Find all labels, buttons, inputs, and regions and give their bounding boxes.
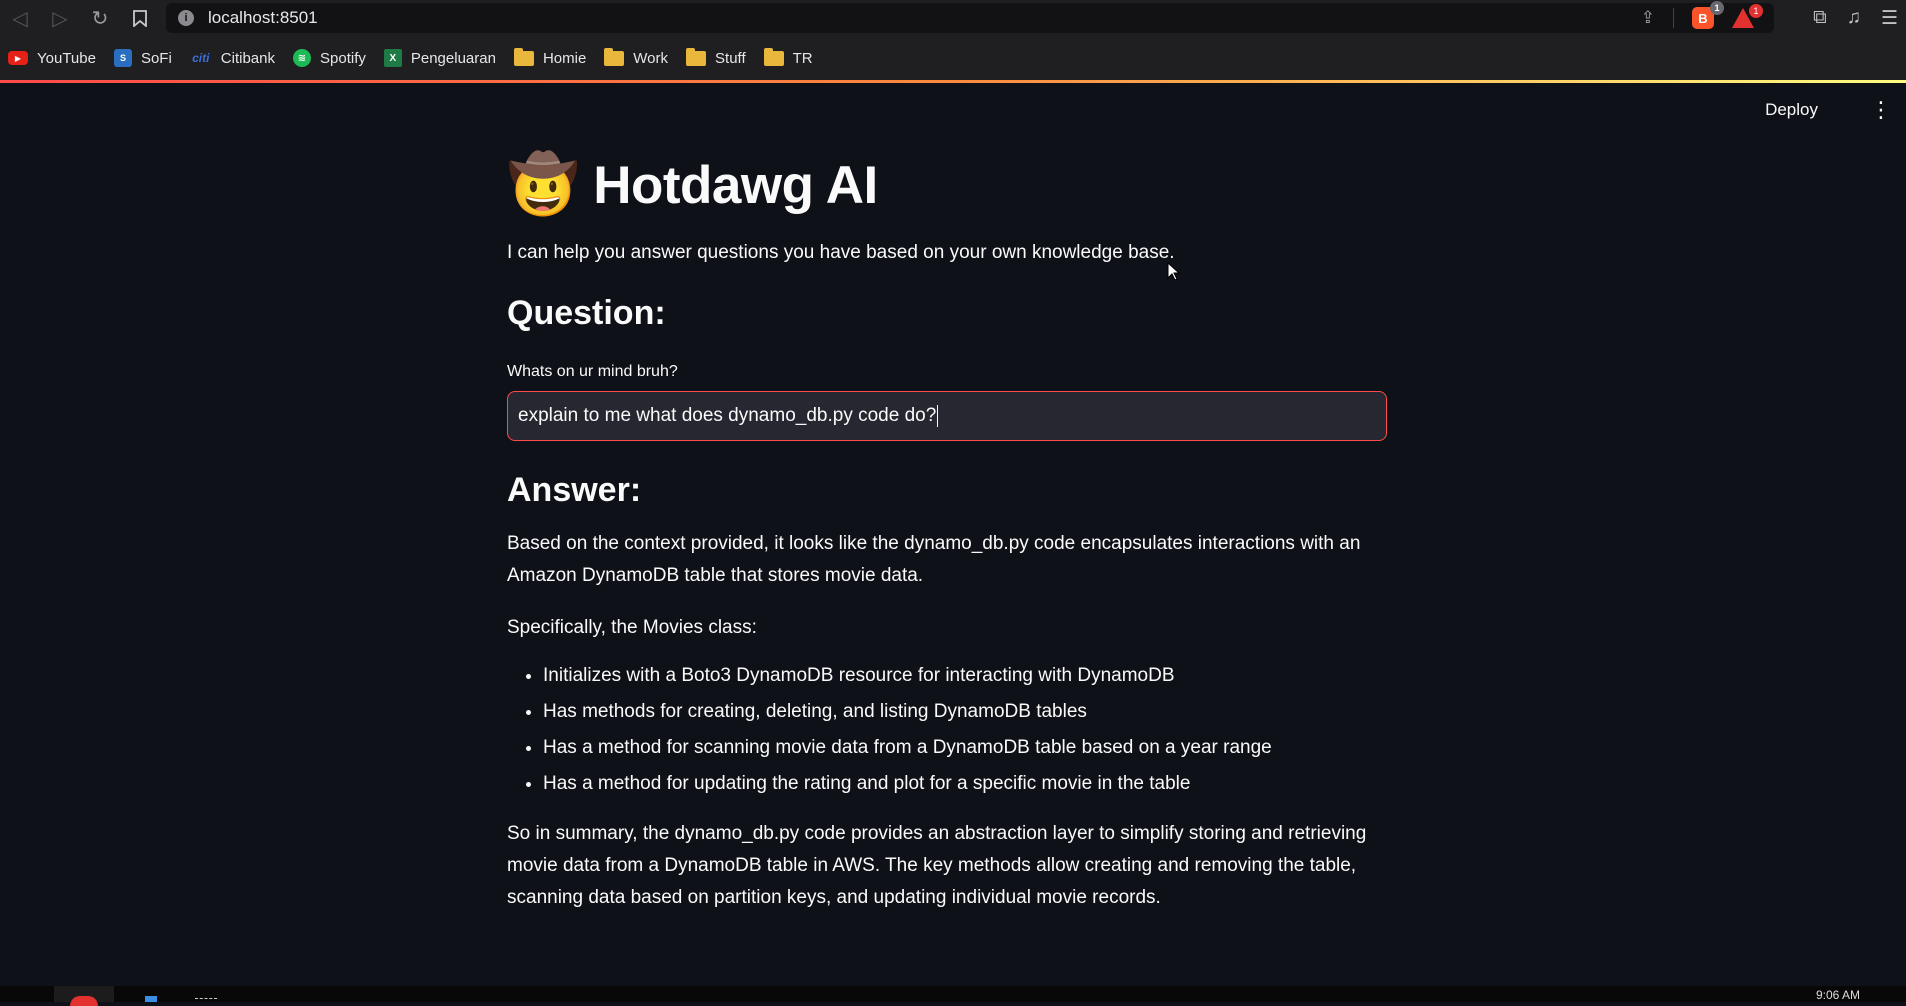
list-item: Has a method for updating the rating and…: [543, 766, 1387, 802]
main-menu-icon[interactable]: ⋮: [1870, 98, 1892, 122]
browser-toolbar: ◁ ▷ ↻ i localhost:8501 ⇪ B 1 1 ⧉ ♫ ☰: [0, 0, 1906, 36]
folder-icon: [763, 47, 784, 66]
sofi-icon: S: [113, 49, 132, 67]
rewards-badge: 1: [1749, 4, 1763, 18]
bookmark-label: YouTube: [37, 49, 96, 67]
bookmark-label: SoFi: [140, 49, 172, 67]
question-input-label: Whats on ur mind bruh?: [507, 363, 678, 380]
url-text: localhost:8501: [208, 8, 318, 27]
answer-summary: So in summary, the dynamo_db.py code pro…: [507, 823, 1367, 908]
clock: 9:06 AM: [1815, 988, 1860, 1002]
folder-icon: [686, 47, 707, 66]
folder-icon: [604, 47, 625, 66]
taskbar-app[interactable]: [145, 986, 159, 1002]
bookmarks-bar: ▶ YouTube S SoFi citi Citibank ≋ Spotify…: [0, 36, 1906, 80]
bookmark-label: TR: [792, 49, 813, 67]
folder-icon: [513, 47, 534, 66]
divider: [1673, 8, 1674, 28]
extensions-icon[interactable]: ⧉: [1813, 7, 1827, 29]
bookmark-folder-tr[interactable]: TR: [763, 47, 813, 67]
bookmark-folder-stuff[interactable]: Stuff: [686, 47, 746, 67]
list-item: Initializes with a Boto3 DynamoDB resour…: [543, 658, 1387, 694]
brave-shields-icon[interactable]: B 1: [1692, 1, 1724, 29]
menu-icon[interactable]: ☰: [1881, 7, 1898, 30]
question-input[interactable]: explain to me what does dynamo_db.py cod…: [507, 391, 1387, 441]
share-icon[interactable]: ⇪: [1641, 8, 1655, 28]
question-input-value: explain to me what does dynamo_db.py cod…: [518, 405, 937, 426]
answer-specific: Specifically, the Movies class:: [507, 617, 757, 638]
taskbar-app-active[interactable]: [54, 986, 114, 1006]
forward-button[interactable]: ▷: [40, 0, 80, 36]
deploy-button[interactable]: Deploy: [1765, 100, 1818, 120]
taskbar-app[interactable]: [195, 986, 219, 1002]
bookmark-label: Spotify: [320, 49, 366, 67]
list-item: Has a method for scanning movie data fro…: [543, 730, 1387, 766]
os-taskbar: 9:06 AM: [0, 986, 1906, 1006]
citibank-icon: citi: [192, 51, 210, 65]
page-subtitle: I can help you answer questions you have…: [507, 242, 1175, 263]
cowboy-emoji-icon: 🤠: [507, 152, 580, 217]
app-header-decoration: [0, 80, 1906, 83]
bookmark-folder-homie[interactable]: Homie: [513, 47, 587, 67]
app-icon: [145, 996, 157, 1002]
bookmark-label: Pengeluaran: [410, 49, 496, 67]
bookmark-label: Citibank: [220, 49, 275, 67]
bookmark-label: Homie: [542, 49, 587, 67]
spotify-icon: ≋: [293, 49, 311, 67]
text-caret: [937, 405, 939, 427]
title-row: 🤠 Hotdawg AI: [507, 140, 1387, 230]
back-button[interactable]: ◁: [0, 0, 40, 36]
bookmark-label: Work: [633, 49, 669, 67]
site-info-icon[interactable]: i: [178, 10, 194, 26]
list-item: Has methods for creating, deleting, and …: [543, 694, 1387, 730]
answer-intro: Based on the context provided, it looks …: [507, 533, 1361, 586]
media-icon[interactable]: ♫: [1847, 7, 1861, 29]
bookmark-sofi[interactable]: S SoFi: [113, 49, 172, 67]
page-title: Hotdawg AI: [593, 155, 878, 215]
bookmark-page-button[interactable]: [120, 0, 160, 36]
bookmark-youtube[interactable]: ▶ YouTube: [8, 50, 96, 67]
excel-icon: X: [383, 49, 402, 67]
bookmark-citibank[interactable]: citi Citibank: [190, 49, 275, 67]
main-content: 🤠 Hotdawg AI I can help you answer quest…: [507, 140, 1387, 914]
mouse-cursor-icon: [1167, 262, 1181, 281]
bookmark-spotify[interactable]: ≋ Spotify: [293, 49, 366, 67]
bookmark-icon: [133, 9, 147, 27]
bookmark-folder-work[interactable]: Work: [604, 47, 669, 67]
brave-app-icon: [70, 996, 98, 1006]
bookmark-label: Stuff: [715, 49, 746, 67]
brave-rewards-icon[interactable]: 1: [1732, 4, 1763, 28]
reload-button[interactable]: ↻: [80, 0, 120, 36]
app-icon: [195, 998, 217, 1001]
youtube-icon: ▶: [8, 51, 28, 65]
shields-badge: 1: [1710, 1, 1724, 15]
address-bar[interactable]: i localhost:8501 ⇪ B 1 1: [166, 1, 1774, 33]
answer-heading: Answer:: [507, 471, 642, 509]
question-heading: Question:: [507, 294, 666, 332]
bookmark-pengeluaran[interactable]: X Pengeluaran: [383, 49, 496, 67]
answer-list: Initializes with a Boto3 DynamoDB resour…: [507, 658, 1387, 802]
